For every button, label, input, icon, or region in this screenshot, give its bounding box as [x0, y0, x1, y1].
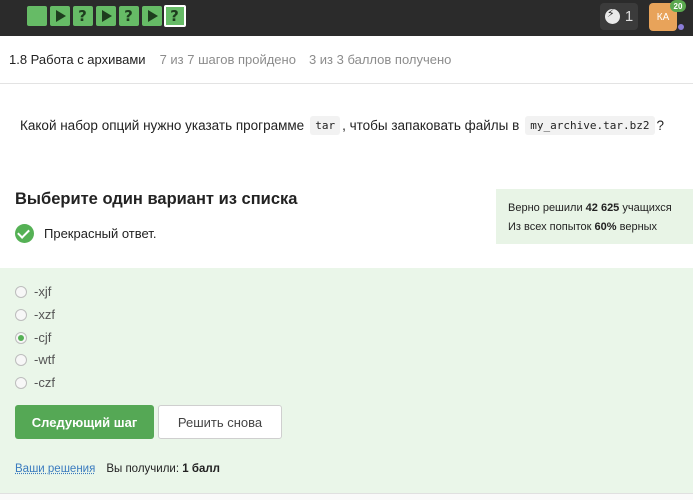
play-icon [101, 10, 112, 22]
lesson-score: 3 из 3 баллов получено [308, 52, 452, 67]
received-points: Вы получили: 1 балл [106, 463, 220, 475]
radio-button[interactable] [15, 308, 27, 321]
play-icon [147, 10, 158, 22]
step-7-current[interactable]: ? [163, 5, 186, 27]
stats-line-2: Из всех попыток 60% верных [508, 218, 681, 237]
question-part-2: , чтобы запаковать файлы в [342, 118, 520, 133]
lesson-header: 1.8 Работа с архивами 7 из 7 шагов пройд… [0, 36, 693, 84]
question-part-1: Какой набор опций нужно указать программ… [20, 118, 305, 133]
radio-button-selected[interactable] [15, 331, 27, 344]
play-icon [55, 10, 66, 22]
step-4[interactable] [94, 5, 117, 27]
radio-button[interactable] [15, 376, 27, 389]
step-list: ? ? ? [25, 5, 186, 27]
stats-attempts-unit: верных [619, 221, 658, 233]
step-5[interactable]: ? [117, 5, 140, 27]
section-title: Выберите один вариант из списка [15, 190, 298, 208]
lesson-title[interactable]: 1.8 Работа с архивами [9, 52, 146, 67]
divider [0, 493, 693, 500]
stats-solved-count: 42 625 [585, 202, 620, 214]
option-label: -wtf [34, 352, 55, 367]
stats-attempts-percent: 60% [594, 221, 617, 233]
check-icon [15, 224, 34, 243]
stats-attempts-label: Из всех попыток [508, 221, 592, 233]
question-text: Какой набор опций нужно указать программ… [20, 116, 664, 135]
feedback-message: Прекрасный ответ. [15, 224, 156, 243]
result-footer: Ваши решения Вы получили: 1 балл [15, 463, 220, 475]
archive-code: my_archive.tar.bz2 [525, 116, 655, 135]
step-3[interactable]: ? [71, 5, 94, 27]
received-label: Вы получили: [106, 463, 180, 475]
stats-solved-unit: учащихся [622, 202, 672, 214]
step-2[interactable] [48, 5, 71, 27]
question-icon: ? [72, 6, 93, 26]
stats-solved-label: Верно решили [508, 202, 583, 214]
option-label: -xzf [34, 307, 55, 322]
option-xzf[interactable]: -xzf [15, 307, 55, 322]
lesson-progress: 7 из 7 шагов пройдено [159, 52, 296, 67]
option-label: -xjf [34, 284, 52, 299]
option-label: -czf [34, 375, 55, 390]
option-cjf[interactable]: -cjf [15, 330, 51, 345]
stats-line-1: Верно решили 42 625 учащихся [508, 199, 681, 218]
energy-count: 1 [624, 8, 634, 25]
feedback-text: Прекрасный ответ. [44, 226, 157, 241]
question-icon: ? [163, 5, 186, 27]
top-navigation-bar: ? ? ? 1 КА 20 [0, 0, 693, 36]
question-icon: ? [118, 6, 139, 26]
status-dot [678, 24, 684, 30]
next-step-button[interactable]: Следующий шаг [15, 405, 154, 439]
retry-button[interactable]: Решить снова [158, 405, 282, 439]
option-xjf[interactable]: -xjf [15, 284, 51, 299]
step-6[interactable] [140, 5, 163, 27]
your-solutions-link[interactable]: Ваши решения [15, 463, 95, 475]
question-part-3: ? [656, 118, 665, 133]
lightning-icon [604, 7, 620, 24]
answer-panel [0, 268, 693, 493]
radio-button[interactable] [15, 353, 27, 366]
option-wtf[interactable]: -wtf [15, 352, 55, 367]
option-czf[interactable]: -czf [15, 375, 55, 390]
stats-box: Верно решили 42 625 учащихся Из всех поп… [496, 189, 693, 244]
received-value: 1 балл [182, 463, 220, 475]
option-label: -cjf [34, 330, 52, 345]
program-code: tar [310, 116, 341, 135]
notification-badge: 20 [670, 0, 686, 12]
energy-button[interactable]: 1 [600, 3, 638, 30]
radio-button[interactable] [15, 285, 27, 298]
text-step-icon [26, 6, 47, 26]
step-1[interactable] [25, 5, 48, 27]
